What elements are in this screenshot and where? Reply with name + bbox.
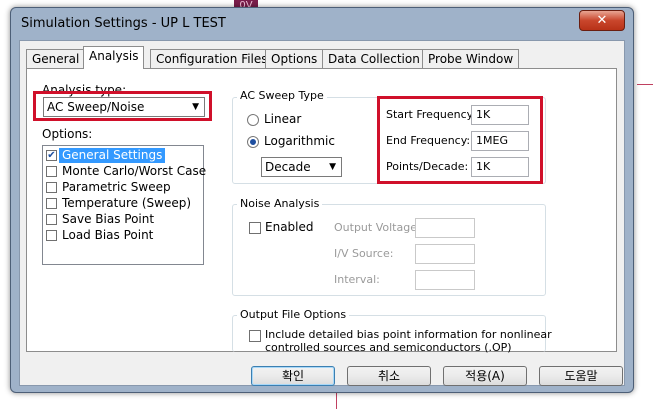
output-voltage-input[interactable] (415, 218, 475, 238)
list-item[interactable]: ✔ General Settings (44, 148, 202, 164)
list-item-label: Parametric Sweep (62, 180, 171, 194)
close-icon: ✕ (596, 13, 608, 28)
options-list[interactable]: ✔ General Settings Monte Carlo/Worst Cas… (42, 145, 206, 265)
options-label: Options: (42, 127, 93, 141)
noise-enabled-checkbox[interactable] (249, 222, 261, 234)
list-item-label: Load Bias Point (62, 228, 154, 242)
list-item[interactable]: Parametric Sweep (44, 180, 202, 196)
tab-options[interactable]: Options (265, 49, 324, 68)
list-item-label: Monte Carlo/Worst Case (62, 164, 207, 178)
list-item[interactable]: Monte Carlo/Worst Case (44, 164, 206, 180)
include-bias-point-label-line2: controlled sources and semiconductors (.… (265, 341, 512, 354)
tab-general[interactable]: General (26, 49, 86, 68)
tab-configuration-files[interactable]: Configuration Files (150, 49, 274, 68)
list-item[interactable]: Save Bias Point (44, 212, 202, 228)
list-item[interactable]: Temperature (Sweep) (44, 196, 202, 212)
sweep-step-value: Decade (265, 160, 311, 174)
include-bias-point-label-line1: Include detailed bias point information … (265, 328, 552, 341)
ok-button[interactable]: 확인 (251, 366, 335, 386)
noise-enabled-label: Enabled (265, 220, 314, 234)
tab-label: Data Collection (328, 52, 420, 66)
cancel-button[interactable]: 취소 (347, 366, 431, 386)
tab-label: Probe Window (428, 52, 514, 66)
window-title: Simulation Settings - UP L TEST (21, 16, 226, 31)
iv-source-input[interactable] (415, 244, 475, 264)
interval-input[interactable] (415, 270, 475, 290)
checkbox[interactable] (46, 182, 57, 193)
title-bar[interactable]: Simulation Settings - UP L TEST ✕ (11, 8, 633, 40)
apply-button[interactable]: 적용(A) (443, 366, 527, 386)
linear-label: Linear (264, 112, 302, 126)
tab-label: General (32, 52, 80, 66)
ac-sweep-group-title: AC Sweep Type (237, 89, 327, 102)
schematic-wire (637, 84, 653, 85)
tab-analysis[interactable]: Analysis (83, 46, 145, 69)
iv-source-label: I/V Source: (334, 247, 394, 260)
output-file-options-group-title: Output File Options (237, 308, 350, 321)
close-button[interactable]: ✕ (579, 10, 625, 31)
tab-label: Analysis (89, 49, 139, 63)
checkbox[interactable] (46, 198, 57, 209)
list-item-label: General Settings (59, 148, 166, 163)
schematic-wire (336, 393, 337, 409)
highlight-frequency-fields (377, 96, 543, 184)
checkbox[interactable] (46, 214, 57, 225)
list-item[interactable]: Load Bias Point (44, 228, 202, 244)
output-voltage-label: Output Voltage: (334, 221, 421, 234)
noise-analysis-group-title: Noise Analysis (237, 197, 323, 210)
sweep-step-select[interactable]: Decade ▼ (261, 157, 342, 177)
simulation-settings-dialog: Simulation Settings - UP L TEST ✕ Genera… (10, 7, 634, 393)
checkbox[interactable] (46, 230, 57, 241)
chevron-down-icon: ▼ (329, 162, 336, 172)
logarithmic-label: Logarithmic (264, 134, 335, 148)
logarithmic-radio[interactable] (247, 136, 259, 148)
tab-label: Options (271, 52, 318, 66)
dialog-client-area: General Analysis Configuration Files Opt… (19, 40, 625, 386)
tab-label: Configuration Files (156, 52, 268, 66)
tab-probe-window[interactable]: Probe Window (422, 49, 520, 68)
checkbox-checked[interactable]: ✔ (46, 150, 57, 161)
interval-label: Interval: (334, 273, 380, 286)
help-button[interactable]: 도움말 (539, 366, 623, 386)
list-item-label: Temperature (Sweep) (62, 196, 192, 210)
linear-radio[interactable] (247, 114, 259, 126)
include-bias-point-checkbox[interactable] (249, 330, 261, 342)
checkbox[interactable] (46, 166, 57, 177)
highlight-analysis-type (33, 91, 212, 121)
tab-data-collection[interactable]: Data Collection (322, 49, 426, 68)
list-item-label: Save Bias Point (62, 212, 155, 226)
